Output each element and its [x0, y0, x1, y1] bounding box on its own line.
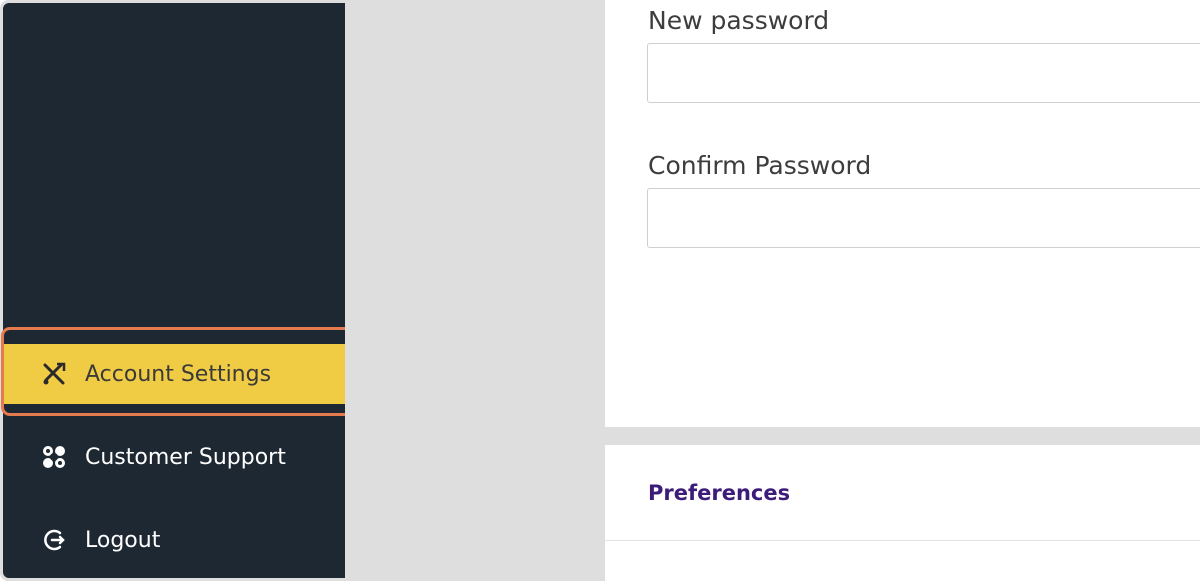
confirm-password-label: Confirm Password [648, 151, 872, 180]
app-window: Account Settings Customer Support Logout… [0, 0, 1200, 581]
sidebar-item-customer-support[interactable]: Customer Support [3, 427, 345, 487]
tools-icon [41, 361, 67, 387]
confirm-password-input[interactable] [647, 188, 1200, 248]
sidebar-item-label: Logout [85, 527, 161, 553]
new-password-label: New password [648, 6, 830, 35]
sidebar: Account Settings Customer Support Logout [3, 3, 345, 578]
divider [605, 540, 1200, 541]
preferences-title[interactable]: Preferences [648, 481, 790, 505]
sidebar-item-label: Account Settings [85, 361, 272, 387]
logout-icon [41, 527, 67, 553]
support-icon [41, 444, 67, 470]
new-password-input[interactable] [647, 43, 1200, 103]
sidebar-item-logout[interactable]: Logout [3, 510, 345, 570]
sidebar-item-label: Customer Support [85, 444, 286, 470]
preferences-card [605, 445, 1200, 581]
sidebar-item-account-settings[interactable]: Account Settings [3, 344, 345, 404]
content-gutter [345, 0, 605, 581]
